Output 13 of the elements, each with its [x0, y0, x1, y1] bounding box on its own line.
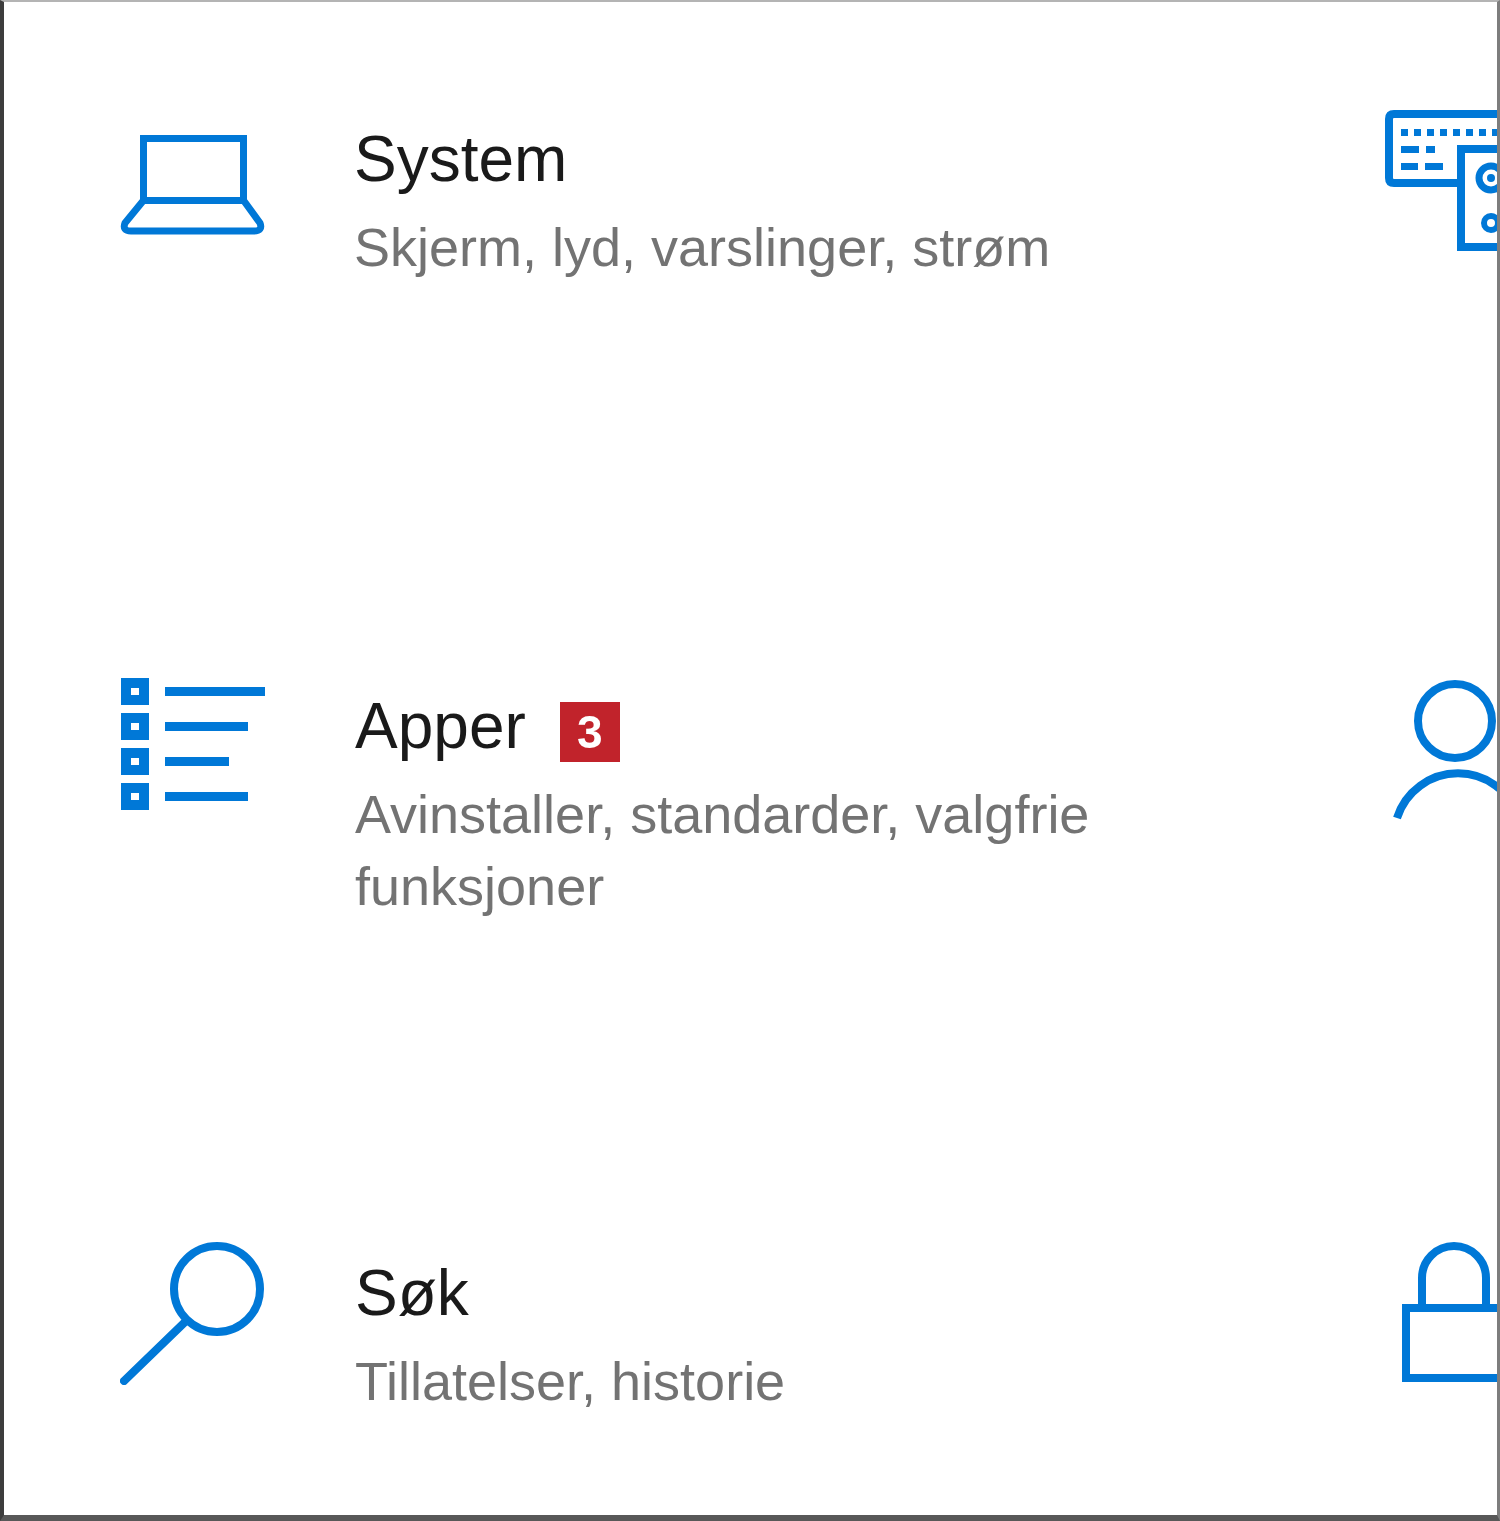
- lock-icon: [1402, 1242, 1497, 1384]
- category-description: Avinstaller, standarder, valgfrie funksjoner: [355, 783, 1091, 918]
- list-icon: [120, 677, 266, 812]
- laptop-icon: [120, 135, 265, 235]
- person-icon: [1392, 677, 1497, 821]
- search-icon: [120, 1242, 266, 1385]
- category-title[interactable]: Apper: [355, 689, 526, 763]
- category-description: Skjerm, lyd, varslinger, strøm: [354, 216, 1052, 279]
- category-title[interactable]: System: [354, 122, 568, 196]
- category-description: Tillatelser, historie: [355, 1350, 787, 1413]
- keyboard-speaker-icon: [1383, 110, 1497, 252]
- category-title[interactable]: Søk: [355, 1256, 469, 1330]
- count-badge: 3: [559, 702, 620, 762]
